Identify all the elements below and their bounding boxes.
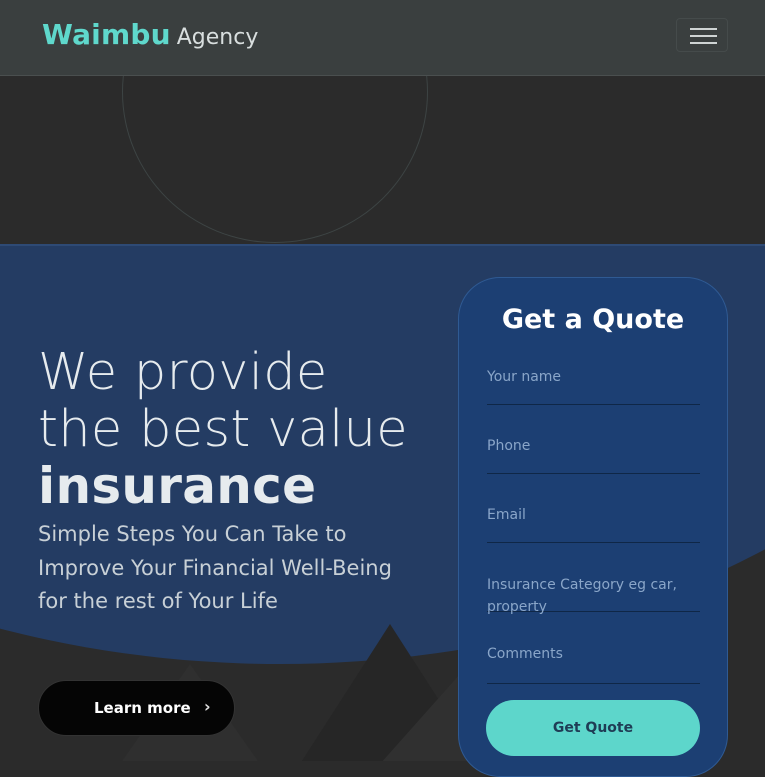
quote-form-title: Get a Quote <box>501 304 685 335</box>
menu-bar <box>690 28 717 30</box>
hero-subtitle: Simple Steps You Can Take to Improve You… <box>38 522 392 613</box>
top-banner <box>0 76 765 244</box>
brand-suffix: Agency <box>176 25 259 50</box>
brand-name: Waimbu <box>42 18 171 51</box>
headline-line-1: We provide <box>38 343 328 402</box>
name-input[interactable]: Your name <box>487 366 700 405</box>
name-placeholder: Your name <box>487 369 562 385</box>
phone-input[interactable]: Phone <box>487 435 700 474</box>
insurance-category-input[interactable]: Insurance Category eg car, property <box>487 574 700 615</box>
hero-divider <box>0 244 765 246</box>
email-placeholder: Email <box>487 507 526 523</box>
chevron-right-icon: › <box>204 697 211 716</box>
learn-more-button[interactable]: Learn more › <box>38 680 235 736</box>
email-input[interactable]: Email <box>487 504 700 543</box>
learn-more-label: Learn more <box>94 699 191 717</box>
headline-line-2: the best value <box>38 400 408 459</box>
navbar: Waimbu Agency <box>0 0 765 76</box>
decorative-circle <box>122 76 428 243</box>
menu-bar <box>690 35 717 37</box>
insurance-category-placeholder: Insurance Category eg car, property <box>487 577 677 615</box>
get-quote-button[interactable]: Get Quote <box>486 700 700 756</box>
comments-textarea[interactable]: Comments <box>487 643 700 684</box>
headline-strong: insurance <box>38 457 317 515</box>
hamburger-menu-icon[interactable] <box>676 18 728 52</box>
menu-bar <box>690 42 717 44</box>
brand-logo[interactable]: Waimbu Agency <box>42 18 258 51</box>
hero-headline: We provide the best value insurance <box>38 344 408 515</box>
phone-placeholder: Phone <box>487 438 531 454</box>
comments-placeholder: Comments <box>487 646 563 662</box>
